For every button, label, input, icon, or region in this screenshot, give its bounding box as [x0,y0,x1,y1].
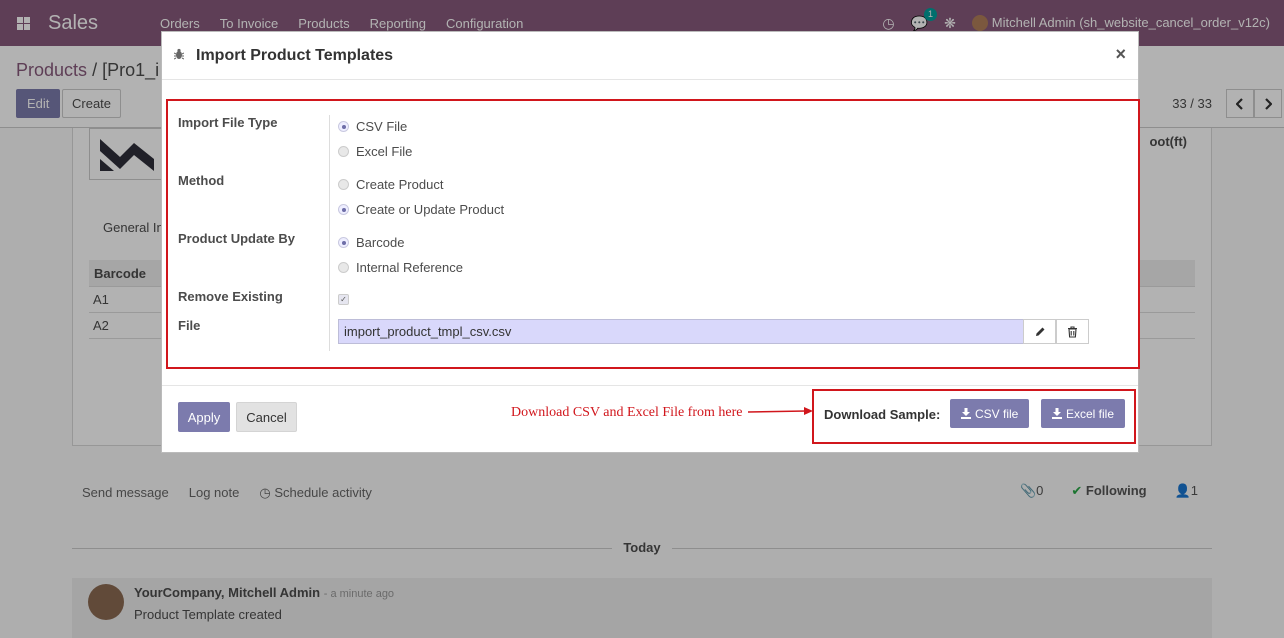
download-sample-label: Download Sample: [824,407,941,422]
checkmark-icon: ✓ [340,295,347,304]
download-excel-button[interactable]: Excel file [1041,399,1126,428]
radio-excel-file[interactable]: Excel File [338,144,412,159]
modal-header: Import Product Templates × [162,32,1138,80]
radio-button[interactable] [338,179,349,190]
annotation-text: Download CSV and Excel File from here [511,405,743,420]
product-update-by-label: Product Update By [178,231,296,246]
radio-create-or-update-label: Create or Update Product [356,202,505,217]
radio-csv-file-label: CSV File [356,119,408,134]
csv-button-label: CSV file [975,406,1019,421]
modal-footer: Apply Cancel Download CSV and Excel File… [162,385,1138,453]
radio-create-or-update-product[interactable]: Create or Update Product [338,202,504,217]
radio-internal-reference-label: Internal Reference [356,260,463,275]
remove-existing-label: Remove Existing [178,289,283,304]
import-form: Import File Type CSV File Excel File Met… [166,99,1140,369]
radio-csv-file[interactable]: CSV File [338,119,407,134]
radio-button[interactable] [338,262,349,273]
file-label: File [178,318,201,333]
modal-title: Import Product Templates [196,47,394,64]
import-dialog: Import Product Templates × Import File T… [161,31,1140,453]
annotation-arrow-icon [748,407,813,415]
pencil-icon [1035,327,1044,336]
download-icon [961,408,971,419]
bug-icon [174,48,184,60]
radio-barcode[interactable]: Barcode [338,235,404,250]
radio-excel-file-label: Excel File [356,144,413,159]
cancel-button[interactable]: Cancel [236,402,297,432]
radio-button-selected[interactable] [338,237,349,248]
apply-button[interactable]: Apply [178,402,230,432]
trash-icon [1068,325,1077,338]
radio-button-selected[interactable] [338,121,349,132]
download-sample-box: Download Sample: CSV file Excel file [812,389,1136,444]
file-input[interactable]: import_product_tmpl_csv.csv [338,319,1024,344]
import-file-type-label: Import File Type [178,115,278,130]
delete-file-button[interactable] [1056,319,1089,344]
radio-button[interactable] [338,146,349,157]
download-csv-button[interactable]: CSV file [950,399,1030,428]
close-icon[interactable]: × [1115,44,1126,65]
remove-existing-checkbox[interactable]: ✓ [338,294,349,305]
excel-button-label: Excel file [1066,406,1115,421]
method-label: Method [178,173,225,188]
edit-file-button[interactable] [1023,319,1056,344]
radio-internal-reference[interactable]: Internal Reference [338,260,463,275]
radio-create-product-label: Create Product [356,177,444,192]
radio-button-selected[interactable] [338,204,349,215]
radio-barcode-label: Barcode [356,235,405,250]
download-icon [1052,408,1062,419]
radio-create-product[interactable]: Create Product [338,177,443,192]
form-divider [329,115,330,351]
